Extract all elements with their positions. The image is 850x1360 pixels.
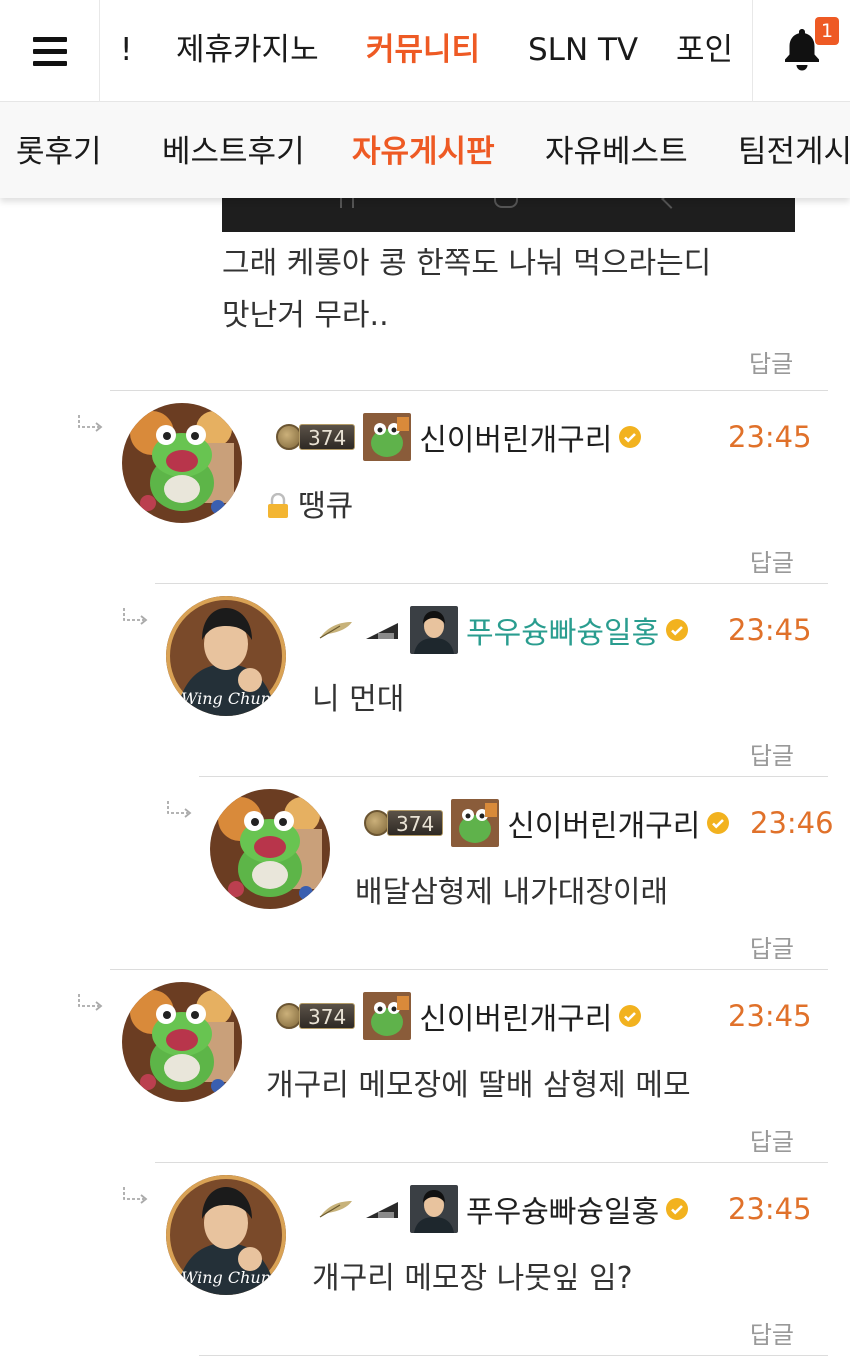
comment-meta: 푸우슝빠슝일홍 xyxy=(318,604,689,656)
rank-wedge-icon xyxy=(366,623,398,639)
comment-body: 배달삼형제 내가대장이래 xyxy=(355,871,668,915)
comment-body: 니 먼대 xyxy=(312,678,404,722)
verified-badge-icon xyxy=(666,619,689,641)
comment-body: 개구리 메모장 나뭇잎 임? xyxy=(312,1257,633,1301)
tab-sln-tv[interactable]: SLN TV xyxy=(528,28,638,72)
reply-button[interactable]: 답글 xyxy=(750,543,794,578)
subtab-free-board[interactable]: 자유게시판 xyxy=(352,130,495,174)
lock-icon xyxy=(268,493,288,518)
reply-button[interactable]: 답글 xyxy=(750,1315,794,1350)
comment-timestamp: 23:45 xyxy=(728,1192,812,1226)
feather-icon xyxy=(319,622,352,639)
nickname[interactable]: 신이버린개구리 xyxy=(507,801,700,845)
post-body-text: 그래 케롱아 콩 한쪽도 나눠 먹으라는디 맛난거 무라.. xyxy=(222,238,711,342)
reply-arrow-icon xyxy=(78,994,103,1011)
comment-item: Wing Chun 푸우슝빠슝일홍 23:45 니 먼대 답글 xyxy=(0,584,850,776)
subtab-free-best[interactable]: 자유베스트 xyxy=(545,130,688,174)
wing-chun-avatar[interactable]: Wing Chun xyxy=(166,1175,286,1295)
comment-meta: 374 신이버린개구리 xyxy=(276,411,642,463)
comment-text: 땡큐 xyxy=(298,489,354,524)
verified-badge-icon xyxy=(707,812,730,834)
reply-button[interactable]: 답글 xyxy=(750,929,794,964)
main-category-tabs: ! 제휴카지노 커뮤니티 SLN TV 포인 xyxy=(100,0,752,102)
comment-timestamp: 23:45 xyxy=(728,999,812,1033)
subtab-team-board[interactable]: 팀전게시 xyxy=(738,130,850,174)
frog-avatar[interactable] xyxy=(210,789,330,909)
nickname[interactable]: 푸우슝빠슝일홍 xyxy=(466,1187,659,1231)
comment-body: 땡큐 xyxy=(266,485,353,529)
svg-text:Wing Chun: Wing Chun xyxy=(181,1268,271,1287)
rank-wedge-icon xyxy=(366,1202,398,1218)
wing-chun-avatar[interactable]: Wing Chun xyxy=(166,596,286,716)
comment-body: 개구리 메모장에 딸배 삼형제 메모 xyxy=(266,1064,691,1108)
reply-arrow-icon xyxy=(167,801,192,818)
notification-button[interactable]: 1 xyxy=(752,0,850,102)
comment-meta: 374 신이버린개구리 xyxy=(276,990,642,1042)
subtab-best-review[interactable]: 베스트후기 xyxy=(162,130,305,174)
comment-timestamp: 23:45 xyxy=(728,613,812,647)
frog-avatar[interactable] xyxy=(122,403,242,523)
comment-item: 374 신이버린개구리 23:45 땡큐 답글 xyxy=(0,391,850,583)
comment-item: 374 신이버린개구리 23:45 개구리 메모장에 딸배 삼형제 메모 답글 xyxy=(0,970,850,1162)
svg-text:Wing Chun: Wing Chun xyxy=(181,689,271,708)
reply-button[interactable]: 답글 xyxy=(750,736,794,771)
comment-text: 니 먼대 xyxy=(312,682,405,717)
comment-text: 배달삼형제 내가대장이래 xyxy=(355,875,669,910)
notification-badge: 1 xyxy=(815,17,839,45)
comment-item: Wing Chun 푸우슝빠슝일홍 23:45 개구리 메모장 나뭇잎 임? 답… xyxy=(0,1163,850,1355)
user-mini-avatar xyxy=(363,992,412,1040)
embedded-screenshot-image xyxy=(222,189,795,232)
board-subcategory-tabs: 롯후기 베스트후기 자유게시판 자유베스트 팀전게시 xyxy=(0,102,850,198)
top-navigation-bar: ! 제휴카지노 커뮤니티 SLN TV 포인 1 xyxy=(0,0,850,102)
comment-text: 개구리 메모장 나뭇잎 임? xyxy=(312,1261,633,1296)
reply-arrow-icon xyxy=(78,415,103,432)
tab-point[interactable]: 포인 xyxy=(676,28,733,72)
level-badge: 374 xyxy=(276,422,356,452)
level-badge: 374 xyxy=(276,1001,356,1031)
subtab-slot-review[interactable]: 롯후기 xyxy=(16,130,102,174)
reply-arrow-icon xyxy=(123,1187,148,1204)
user-mini-avatar xyxy=(451,799,500,847)
nickname[interactable]: 푸우슝빠슝일홍 xyxy=(466,608,659,652)
reply-arrow-icon xyxy=(123,608,148,625)
verified-badge-icon xyxy=(619,1005,642,1027)
frog-avatar[interactable] xyxy=(122,982,242,1102)
rank-icons xyxy=(318,1198,400,1220)
tab-partial[interactable]: ! xyxy=(120,28,132,72)
nickname[interactable]: 신이버린개구리 xyxy=(419,994,612,1038)
comment-timestamp: 23:46 xyxy=(750,806,834,840)
user-mini-avatar xyxy=(363,413,412,461)
feather-icon xyxy=(319,1201,352,1218)
verified-badge-icon xyxy=(619,426,642,448)
comment-meta: 374 신이버린개구리 xyxy=(364,797,730,849)
level-badge: 374 xyxy=(364,808,444,838)
tab-partner-casino[interactable]: 제휴카지노 xyxy=(176,28,319,72)
tab-community[interactable]: 커뮤니티 xyxy=(366,28,480,72)
reply-button[interactable]: 답글 xyxy=(750,1122,794,1157)
comment-meta: 푸우슝빠슝일홍 xyxy=(318,1183,689,1235)
rank-icons xyxy=(318,619,400,641)
comment-item: 374 신이버린개구리 23:46 배달삼형제 내가대장이래 답글 xyxy=(0,777,850,969)
divider xyxy=(199,1355,828,1356)
post-text-line: 맛난거 무라.. xyxy=(222,298,389,333)
user-mini-avatar xyxy=(410,606,458,654)
user-mini-avatar xyxy=(410,1185,458,1233)
hamburger-menu-icon[interactable] xyxy=(0,0,100,102)
post-text-line: 그래 케롱아 콩 한쪽도 나눠 먹으라는디 xyxy=(222,246,712,281)
comment-text: 개구리 메모장에 딸배 삼형제 메모 xyxy=(266,1068,691,1103)
comment-timestamp: 23:45 xyxy=(728,420,812,454)
nickname[interactable]: 신이버린개구리 xyxy=(419,415,612,459)
verified-badge-icon xyxy=(666,1198,689,1220)
reply-button[interactable]: 답글 xyxy=(749,344,793,379)
